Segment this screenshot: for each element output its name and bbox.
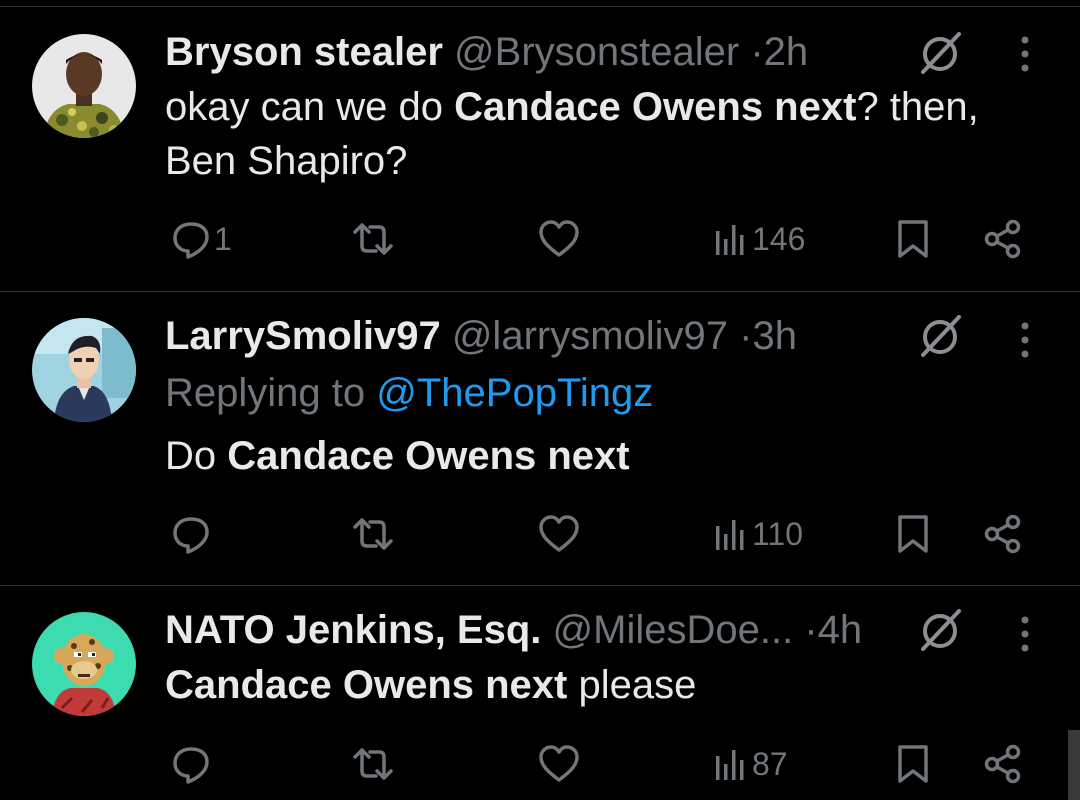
grok-icon[interactable] bbox=[917, 607, 963, 658]
retweet-icon bbox=[353, 518, 393, 550]
tweet-text: okay can we do Candace Owens next? then,… bbox=[165, 80, 979, 188]
share-icon bbox=[984, 744, 1021, 784]
views-button[interactable]: 110 bbox=[712, 509, 803, 559]
reply-button[interactable] bbox=[170, 509, 212, 559]
views-count: 87 bbox=[752, 745, 788, 782]
views-icon bbox=[716, 750, 744, 780]
tweet-header: NATO Jenkins, Esq. @MilesDoe... ·4h bbox=[165, 605, 862, 655]
tweet-header: Bryson stealer @Brysonstealer ·2h bbox=[165, 27, 808, 77]
views-count: 146 bbox=[752, 220, 806, 257]
tweet-text: Candace Owens next please bbox=[165, 658, 696, 712]
like-icon bbox=[539, 220, 579, 257]
retweet-button[interactable] bbox=[349, 214, 397, 264]
tweet-1[interactable]: Bryson stealer @Brysonstealer ·2h okay c… bbox=[0, 0, 1080, 292]
bookmark-icon bbox=[898, 745, 928, 783]
grok-icon[interactable] bbox=[917, 30, 963, 81]
views-icon bbox=[716, 520, 744, 550]
tweet-2[interactable]: LarrySmoliv97 @larrysmoliv97 ·3h Replyin… bbox=[0, 292, 1080, 586]
avatar[interactable] bbox=[32, 34, 136, 138]
avatar[interactable] bbox=[32, 612, 136, 716]
tweet-text-part: okay can we do bbox=[165, 85, 455, 129]
bookmark-icon bbox=[898, 515, 928, 553]
tweet-header: LarrySmoliv97 @larrysmoliv97 ·3h bbox=[165, 311, 797, 361]
tweet-text-line2: Ben Shapiro? bbox=[165, 139, 408, 183]
tweet-text-bold: Candace Owens next bbox=[227, 434, 630, 478]
share-icon bbox=[984, 219, 1021, 259]
display-name[interactable]: NATO Jenkins, Esq. bbox=[165, 608, 541, 652]
tweet-text-part: Do bbox=[165, 434, 228, 478]
replying-to-label: Replying to bbox=[165, 371, 377, 415]
reply-mention-link[interactable]: @ThePopTingz bbox=[376, 371, 653, 415]
reply-icon bbox=[173, 747, 209, 784]
bookmark-button[interactable] bbox=[896, 739, 930, 789]
views-button[interactable]: 87 bbox=[712, 739, 788, 789]
action-bar: 110 bbox=[165, 509, 1045, 559]
retweet-icon bbox=[353, 748, 393, 780]
avatar[interactable] bbox=[32, 318, 136, 422]
more-icon[interactable] bbox=[1015, 34, 1035, 79]
reply-button[interactable] bbox=[170, 739, 212, 789]
tweet-text: Do Candace Owens next bbox=[165, 429, 630, 483]
display-name[interactable]: LarrySmoliv97 bbox=[165, 314, 441, 358]
retweet-icon bbox=[353, 223, 393, 255]
user-handle[interactable]: @MilesDoe... bbox=[553, 608, 794, 652]
tweet-3[interactable]: NATO Jenkins, Esq. @MilesDoe... ·4h Cand… bbox=[0, 586, 1080, 800]
timestamp[interactable]: 3h bbox=[753, 314, 798, 358]
bookmark-button[interactable] bbox=[896, 214, 930, 264]
reply-button[interactable]: 1 bbox=[170, 214, 232, 264]
more-icon[interactable] bbox=[1015, 320, 1035, 365]
timestamp[interactable]: 2h bbox=[764, 30, 809, 74]
timestamp[interactable]: 4h bbox=[818, 608, 863, 652]
views-count: 110 bbox=[752, 515, 804, 552]
bookmark-button[interactable] bbox=[896, 509, 930, 559]
more-icon[interactable] bbox=[1015, 614, 1035, 659]
share-button[interactable] bbox=[983, 214, 1023, 264]
retweet-button[interactable] bbox=[349, 509, 397, 559]
separator-dot: · bbox=[739, 314, 753, 358]
share-icon bbox=[984, 514, 1021, 554]
tweet-text-bold: Candace Owens next bbox=[165, 663, 568, 707]
bookmark-icon bbox=[898, 220, 928, 258]
views-icon bbox=[716, 225, 744, 255]
like-icon bbox=[539, 745, 579, 782]
separator-dot: · bbox=[804, 608, 818, 652]
action-bar: 1 146 bbox=[165, 214, 1045, 264]
reply-count: 1 bbox=[214, 220, 232, 257]
replying-to: Replying to @ThePopTingz bbox=[165, 368, 653, 418]
grok-icon[interactable] bbox=[917, 313, 963, 364]
separator-dot: · bbox=[750, 30, 764, 74]
like-button[interactable] bbox=[537, 509, 581, 559]
user-handle[interactable]: @larrysmoliv97 bbox=[452, 314, 728, 358]
display-name[interactable]: Bryson stealer bbox=[165, 30, 443, 74]
share-button[interactable] bbox=[983, 739, 1023, 789]
user-handle[interactable]: @Brysonstealer bbox=[454, 30, 739, 74]
reply-icon bbox=[173, 517, 209, 554]
retweet-button[interactable] bbox=[349, 739, 397, 789]
like-icon bbox=[539, 515, 579, 552]
action-bar: 87 bbox=[165, 739, 1045, 789]
scrollbar-thumb[interactable] bbox=[1068, 730, 1080, 800]
views-button[interactable]: 146 bbox=[712, 214, 805, 264]
tweet-text-bold: Candace Owens next bbox=[454, 85, 857, 129]
like-button[interactable] bbox=[537, 739, 581, 789]
reply-icon bbox=[173, 222, 209, 259]
tweet-text-part: ? then, bbox=[856, 85, 979, 129]
share-button[interactable] bbox=[983, 509, 1023, 559]
like-button[interactable] bbox=[537, 214, 581, 264]
tweet-text-part: please bbox=[567, 663, 697, 707]
